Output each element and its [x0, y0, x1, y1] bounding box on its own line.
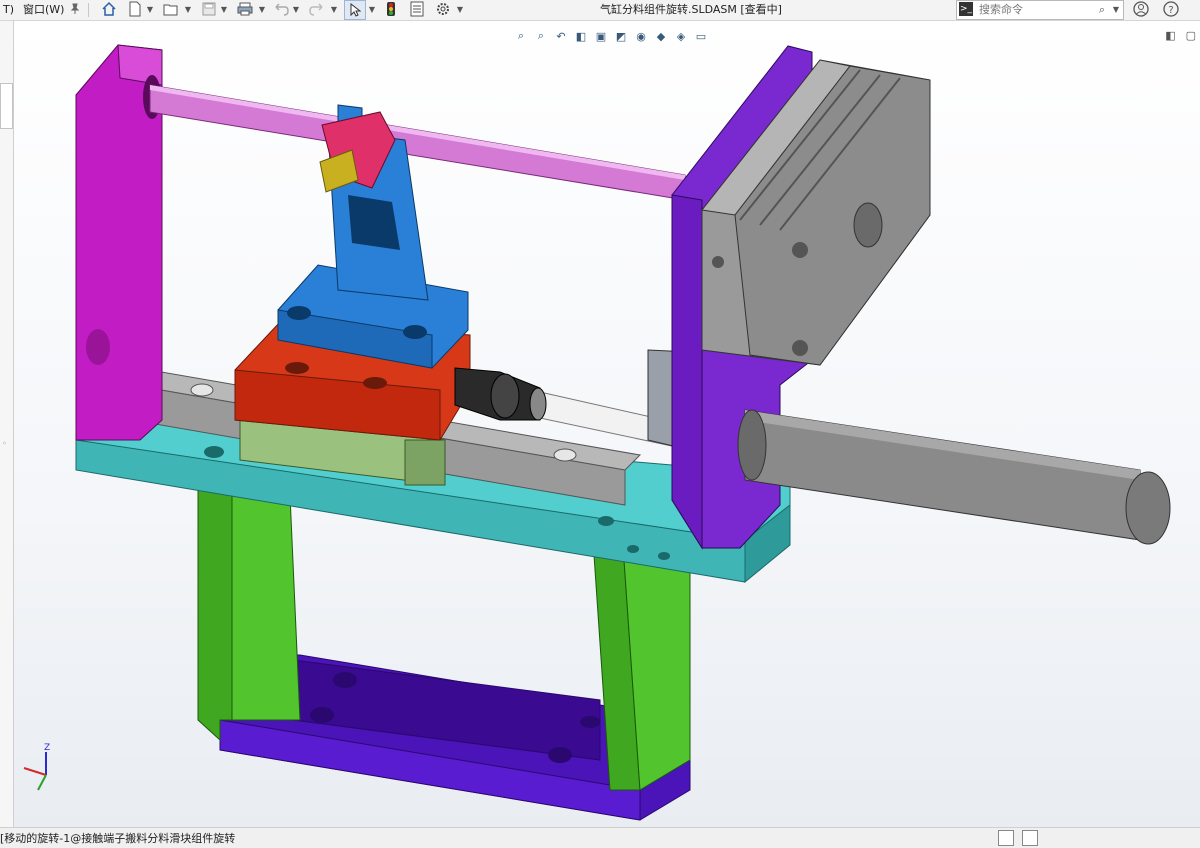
rotary-actuator[interactable]	[701, 59, 931, 366]
menu-item-window[interactable]: 窗口(W)	[20, 0, 67, 20]
redo-dropdown-icon[interactable]: ▼	[330, 0, 338, 20]
status-text: [移动的旋转-1@接触端子搬料分料滑块组件旋转	[0, 832, 236, 845]
guide-rod[interactable]	[149, 84, 686, 201]
print-dropdown-icon[interactable]: ▼	[258, 0, 266, 20]
air-cylinder-body[interactable]	[737, 409, 1171, 545]
open-folder-icon[interactable]	[162, 0, 180, 18]
undo-dropdown-icon[interactable]: ▼	[292, 0, 300, 20]
menu-toolbar-bar: T) 窗口(W) ▼ ▼ ▼ ▼ ▼ ▼ ▼ ▼ 气缸分料组件旋转.SLDASM…	[0, 0, 1200, 21]
search-dropdown-icon[interactable]: ▼	[1113, 1, 1119, 18]
new-dropdown-icon[interactable]: ▼	[146, 0, 154, 20]
options-dropdown-icon[interactable]: ▼	[456, 0, 464, 20]
menu-item-window-label: 窗口(W)	[23, 3, 65, 16]
coordinate-triad: Z	[23, 743, 50, 791]
options-gear-icon[interactable]	[434, 0, 452, 18]
search-placeholder: 搜索命令	[979, 3, 1023, 16]
panel-splitter-handle[interactable]: ◦	[2, 439, 7, 448]
menu-item-truncated[interactable]: T)	[0, 0, 17, 20]
redo-icon[interactable]	[308, 0, 326, 18]
undo-icon[interactable]	[272, 0, 290, 18]
triad-z-label: Z	[44, 743, 50, 753]
window-title: 气缸分料组件旋转.SLDASM [查看中]	[600, 3, 782, 16]
graphics-area[interactable]: ⌕ ⌕ ↶ ◧ ▣ ◩ ◉ ◆ ◈ ▭ ◧ ▢ Z	[14, 21, 1200, 827]
user-account-icon[interactable]	[1132, 0, 1150, 18]
home-icon[interactable]	[100, 0, 118, 18]
pin-icon[interactable]	[66, 0, 84, 18]
help-icon[interactable]: ?	[1162, 0, 1180, 18]
menu-item-truncated-label: T)	[3, 3, 15, 16]
assembly-model[interactable]: Z	[14, 21, 1200, 827]
print-icon[interactable]	[236, 0, 254, 18]
solidworks-window: T) 窗口(W) ▼ ▼ ▼ ▼ ▼ ▼ ▼ ▼ 气缸分料组件旋转.SLDASM…	[0, 0, 1200, 848]
rod-end-fitting[interactable]	[454, 367, 547, 421]
right-green-leg[interactable]	[593, 554, 691, 791]
select-dropdown-icon[interactable]: ▼	[368, 0, 376, 20]
new-document-icon[interactable]	[126, 0, 144, 18]
command-prompt-icon: >_	[959, 2, 973, 16]
select-arrow-icon[interactable]	[344, 0, 366, 20]
status-bar: [移动的旋转-1@接触端子搬料分料滑块组件旋转	[0, 827, 1200, 848]
feature-manager-collapsed-panel[interactable]: ◦	[0, 21, 14, 827]
search-command-input[interactable]: >_ 搜索命令 ⌕ ▼	[956, 0, 1124, 20]
more-icon[interactable]	[1022, 830, 1038, 846]
save-dropdown-icon[interactable]: ▼	[220, 0, 228, 20]
traffic-light-icon[interactable]	[382, 0, 400, 18]
svg-text:?: ?	[1168, 5, 1173, 16]
search-icon[interactable]: ⌕	[1099, 1, 1105, 18]
left-green-leg[interactable]	[197, 477, 301, 742]
panel-tab[interactable]	[0, 83, 13, 129]
grid-icon[interactable]	[998, 830, 1014, 846]
file-properties-icon[interactable]	[408, 0, 426, 18]
save-icon[interactable]	[200, 0, 218, 18]
open-dropdown-icon[interactable]: ▼	[184, 0, 192, 20]
left-magenta-support-plate[interactable]	[75, 44, 163, 441]
